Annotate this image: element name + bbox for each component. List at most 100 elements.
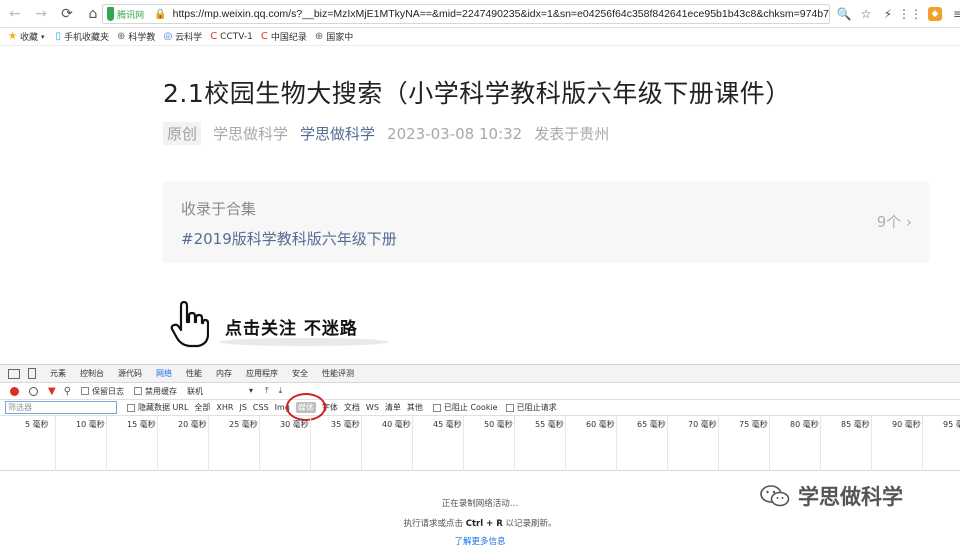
lightning-icon[interactable]: ⚡ bbox=[878, 4, 898, 24]
collection-tag[interactable]: #2019版科学教科版六年级下册 bbox=[181, 228, 397, 249]
tab-console[interactable]: 控制台 bbox=[80, 368, 104, 379]
devtools-panel: 元素 控制台 源代码 网络 性能 内存 应用程序 安全 性能评测 ▼ ⚲ 保留日… bbox=[0, 364, 960, 547]
bookmark-cctv1[interactable]: C CCTV-1 bbox=[210, 31, 253, 42]
collection-card[interactable]: 收录于合集 #2019版科学教科版六年级下册 9个 › bbox=[162, 181, 930, 263]
timeline-tick bbox=[769, 416, 770, 471]
inspect-icon[interactable] bbox=[8, 368, 20, 379]
tab-elements[interactable]: 元素 bbox=[50, 368, 66, 379]
filter-icon[interactable]: ▼ bbox=[48, 386, 56, 397]
bookmark-documentary[interactable]: C 中国纪录 bbox=[261, 30, 307, 43]
timeline-tick bbox=[565, 416, 566, 471]
timeline-tick-label: 55 毫秒 bbox=[535, 420, 564, 429]
disable-cache-checkbox[interactable]: 禁用缓存 bbox=[134, 386, 177, 397]
checkbox-icon bbox=[432, 403, 441, 412]
home-icon[interactable]: ⌂ bbox=[82, 3, 104, 25]
filter-manifest[interactable]: 清单 bbox=[385, 402, 401, 413]
url-text[interactable]: https://mp.weixin.qq.com/s?__biz=MzIxMjE… bbox=[173, 8, 829, 20]
bookmark-cloud-science[interactable]: ◎ 云科学 bbox=[163, 30, 202, 43]
author-name: 学思做科学 bbox=[213, 125, 289, 143]
filter-js[interactable]: JS bbox=[239, 403, 246, 412]
timeline-tick bbox=[922, 416, 923, 471]
timeline-tick-label: 5 毫秒 bbox=[25, 420, 49, 429]
article-meta: 原创 学思做科学 学思做科学 2023-03-08 10:32 发表于贵州 bbox=[163, 122, 609, 145]
timeline-tick-label: 25 毫秒 bbox=[229, 420, 258, 429]
tab-security[interactable]: 安全 bbox=[292, 368, 308, 379]
timeline-tick bbox=[259, 416, 260, 471]
timeline-tick-label: 85 毫秒 bbox=[841, 420, 870, 429]
network-timeline[interactable]: 5 毫秒 10 毫秒 15 毫秒 20 毫秒 25 毫秒 30 毫秒 35 毫秒 40 毫秒 4… bbox=[0, 416, 960, 471]
timeline-tick-label: 70 毫秒 bbox=[688, 420, 717, 429]
cctv-icon: C bbox=[260, 31, 268, 42]
browser-toolbar: ← → ⟳ ⌂ 腾讯网 🔒 https://mp.weixin.qq.com/s… bbox=[0, 0, 960, 28]
tab-sources[interactable]: 源代码 bbox=[118, 368, 142, 379]
follow-text: 点击关注 不迷路 bbox=[225, 319, 358, 339]
timeline-tick-label: 50 毫秒 bbox=[484, 420, 513, 429]
filter-media[interactable]: 媒体 bbox=[285, 393, 326, 421]
tab-performance[interactable]: 性能 bbox=[186, 368, 202, 379]
tab-lighthouse[interactable]: 性能评测 bbox=[322, 368, 354, 379]
checkbox-icon bbox=[127, 403, 135, 412]
network-toolbar: ▼ ⚲ 保留日志 禁用缓存 联机 ▾ ⤒ ⤓ bbox=[0, 383, 960, 400]
original-badge: 原创 bbox=[163, 122, 202, 145]
timeline-tick-label: 80 毫秒 bbox=[790, 420, 819, 429]
filter-all[interactable]: 全部 bbox=[194, 402, 210, 413]
globe-icon: ◎ bbox=[163, 31, 173, 42]
tab-application[interactable]: 应用程序 bbox=[246, 368, 278, 379]
timeline-tick-label: 20 毫秒 bbox=[178, 420, 207, 429]
bookmark-science-edu[interactable]: ⊕ 科学教 bbox=[117, 30, 155, 43]
address-bar[interactable]: 腾讯网 🔒 https://mp.weixin.qq.com/s?__biz=M… bbox=[102, 4, 830, 24]
timeline-tick-label: 75 毫秒 bbox=[739, 420, 768, 429]
pointing-hand-icon bbox=[170, 300, 209, 348]
blocked-cookies-checkbox[interactable]: 已阻止 Cookie bbox=[432, 402, 498, 413]
timeline-tick bbox=[718, 416, 719, 471]
timeline-tick-label: 60 毫秒 bbox=[586, 420, 615, 429]
bookmark-star-icon[interactable]: ☆ bbox=[856, 4, 876, 24]
filter-css[interactable]: CSS bbox=[253, 403, 269, 412]
preserve-log-checkbox[interactable]: 保留日志 bbox=[81, 386, 124, 397]
timeline-tick bbox=[667, 416, 668, 471]
lock-icon: 🔒 bbox=[154, 8, 167, 20]
blocked-requests-checkbox[interactable]: 已阻止请求 bbox=[505, 402, 557, 413]
filter-other[interactable]: 其他 bbox=[407, 402, 423, 413]
filter-xhr[interactable]: XHR bbox=[216, 403, 233, 412]
filter-bar: 筛选器 隐藏数据 URL 全部 XHR JS CSS Img 媒体 字体 文档 … bbox=[0, 393, 960, 421]
device-toggle-icon[interactable] bbox=[28, 368, 36, 379]
collection-label: 收录于合集 bbox=[181, 200, 257, 218]
reload-icon[interactable]: ⟳ bbox=[56, 3, 78, 25]
clear-icon[interactable] bbox=[29, 386, 38, 396]
timeline-tick bbox=[106, 416, 107, 471]
import-har-icon[interactable]: ⤒ bbox=[265, 386, 269, 396]
checkbox-icon bbox=[81, 387, 90, 395]
throttle-select[interactable]: 联机 ▾ bbox=[187, 386, 253, 397]
devtools-tabs: 元素 控制台 源代码 网络 性能 内存 应用程序 安全 性能评测 bbox=[0, 365, 960, 383]
bookmarks-bar: ★ 收藏 ▾ ▯ 手机收藏夹 ⊕ 科学教 ◎ 云科学 C CCTV-1 C 中国… bbox=[0, 28, 960, 46]
zoom-icon[interactable]: 🔍 bbox=[834, 4, 854, 24]
extension-icon[interactable]: ◆ bbox=[928, 7, 942, 21]
menu-icon[interactable]: ≡ bbox=[948, 4, 960, 24]
timeline-tick bbox=[361, 416, 362, 471]
shield-icon bbox=[107, 7, 115, 21]
phone-icon: ▯ bbox=[55, 31, 62, 42]
bookmark-mobile[interactable]: ▯ 手机收藏夹 bbox=[56, 30, 110, 43]
bookmark-national[interactable]: ⊕ 国家中 bbox=[315, 30, 353, 43]
hide-data-urls-checkbox[interactable]: 隐藏数据 URL bbox=[127, 402, 188, 413]
timeline-tick-label: 95 毫秒 bbox=[943, 420, 960, 429]
forward-icon[interactable]: → bbox=[30, 3, 52, 25]
filter-input[interactable]: 筛选器 bbox=[5, 401, 117, 414]
chevron-down-icon: ▾ bbox=[40, 32, 45, 41]
back-icon[interactable]: ← bbox=[4, 3, 26, 25]
record-icon[interactable] bbox=[10, 386, 19, 396]
follow-banner[interactable]: 点击关注 不迷路 bbox=[165, 296, 395, 350]
publish-location: 发表于贵州 bbox=[534, 125, 610, 143]
filter-doc[interactable]: 文档 bbox=[344, 402, 360, 413]
account-link[interactable]: 学思做科学 bbox=[300, 123, 375, 144]
tab-memory[interactable]: 内存 bbox=[216, 368, 232, 379]
bookmark-favorites[interactable]: ★ 收藏 ▾ bbox=[8, 30, 48, 43]
tab-network[interactable]: 网络 bbox=[156, 368, 172, 379]
learn-more-link[interactable]: 了解更多信息 bbox=[0, 535, 960, 547]
export-har-icon[interactable]: ⤓ bbox=[279, 386, 283, 396]
checkbox-icon bbox=[505, 403, 514, 412]
filter-ws[interactable]: WS bbox=[366, 403, 379, 412]
apps-icon[interactable]: ⋮⋮ bbox=[898, 4, 922, 24]
search-icon[interactable]: ⚲ bbox=[64, 386, 71, 397]
